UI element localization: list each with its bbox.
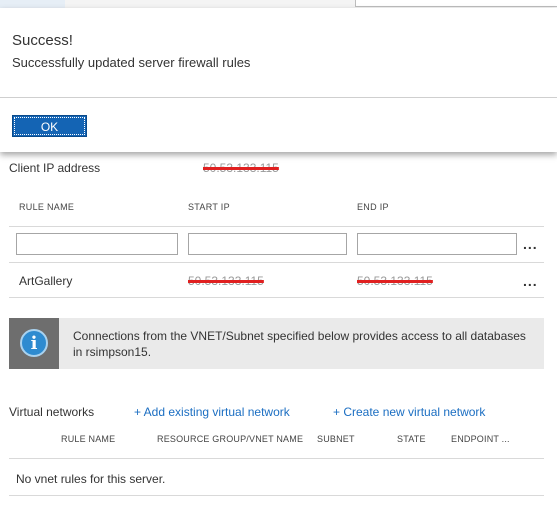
info-banner: i Connections from the VNET/Subnet speci… — [9, 318, 544, 369]
vnet-column-rule-name: RULE NAME — [61, 434, 116, 444]
dialog-message: Successfully updated server firewall rul… — [12, 55, 251, 70]
dialog-divider — [0, 97, 557, 98]
vnet-column-endpoint: ENDPOINT ... — [451, 434, 510, 444]
vnet-column-resource-group: RESOURCE GROUP/VNET NAME — [157, 434, 304, 444]
end-ip-input[interactable] — [357, 233, 517, 255]
background-panel-edge — [355, 0, 557, 7]
vnet-column-state: STATE — [397, 434, 426, 444]
ok-button[interactable]: OK — [12, 115, 87, 137]
background-tab — [0, 0, 65, 8]
add-existing-vnet-link[interactable]: + Add existing virtual network — [134, 405, 290, 419]
vnet-empty-message: No vnet rules for this server. — [16, 472, 166, 486]
start-ip-input[interactable] — [188, 233, 347, 255]
table-divider — [9, 297, 544, 298]
column-header-start-ip: START IP — [188, 202, 230, 212]
client-ip-label: Client IP address — [9, 161, 101, 175]
table-divider — [9, 262, 544, 263]
dialog-title: Success! — [12, 32, 73, 49]
table-divider — [9, 226, 544, 227]
table-row-end-ip: 50.53.133.115 — [357, 274, 433, 288]
table-row-start-ip: 50.53.133.115 — [188, 274, 264, 288]
client-ip-value: 50.53.133.115 — [203, 161, 279, 175]
rule-name-input[interactable] — [16, 233, 178, 255]
create-new-vnet-link[interactable]: + Create new virtual network — [333, 405, 485, 419]
vnet-table-divider — [9, 495, 544, 496]
vnet-column-subnet: SUBNET — [317, 434, 355, 444]
column-header-rule-name: RULE NAME — [19, 202, 75, 212]
vnet-table-divider — [9, 458, 544, 459]
table-row-rule-name: ArtGallery — [19, 274, 73, 288]
background-top-strip — [0, 0, 557, 8]
row-more-icon[interactable]: ... — [523, 273, 538, 289]
info-text: Connections from the VNET/Subnet specifi… — [73, 329, 526, 359]
success-dialog: Success! Successfully updated server fir… — [0, 8, 557, 152]
info-icon-box: i — [9, 318, 59, 369]
column-header-end-ip: END IP — [357, 202, 389, 212]
virtual-networks-label: Virtual networks — [9, 405, 95, 419]
info-icon: i — [20, 329, 48, 357]
new-row-more-icon[interactable]: ... — [523, 236, 538, 252]
